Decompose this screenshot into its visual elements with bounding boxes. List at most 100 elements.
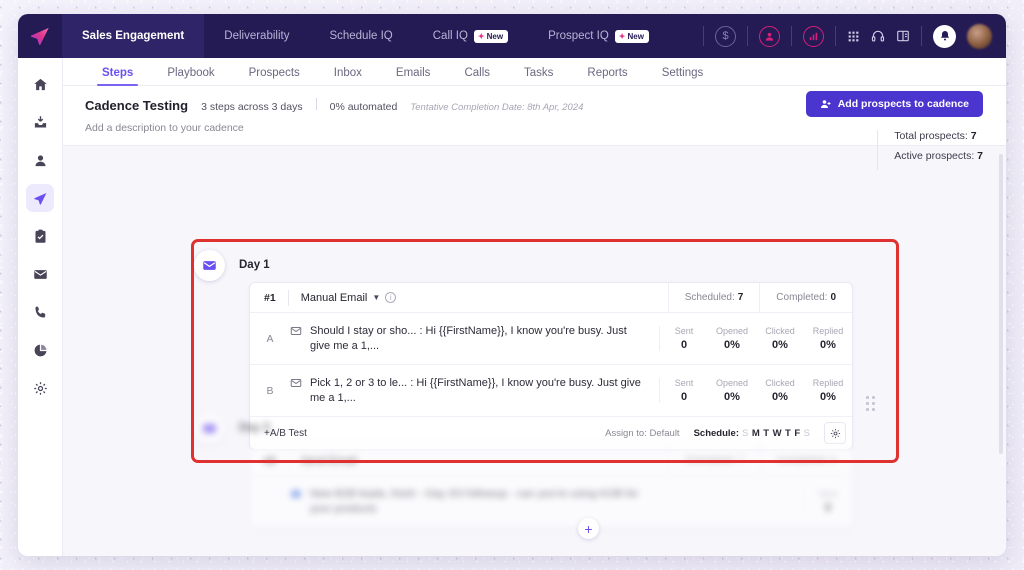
nav-label: Prospect IQ: [548, 30, 609, 42]
sidebar-item-reports[interactable]: [26, 336, 54, 364]
dialpad-icon[interactable]: [847, 30, 860, 43]
notification-bell-icon[interactable]: [933, 24, 956, 48]
primary-nav-items: Sales Engagement Deliverability Schedule…: [62, 14, 669, 58]
completed-stat: Completed: 0: [759, 446, 852, 475]
metric-clicked: Clicked 0%: [756, 378, 804, 403]
divider: [791, 26, 792, 46]
metric-sent: Sent 0: [660, 378, 708, 403]
nav-item-call-iq[interactable]: Call IQ ✦ New: [413, 14, 528, 58]
day-header: Day 1: [194, 248, 893, 282]
new-badge: ✦ New: [473, 29, 509, 43]
nav-label: Deliverability: [224, 30, 290, 42]
tab-playbook[interactable]: Playbook: [150, 67, 231, 85]
step-type-label: Manual Email: [300, 291, 368, 304]
variant-row: New B2B leads, fresh - Day 3/3 followup …: [250, 476, 852, 528]
app-logo[interactable]: [18, 14, 62, 58]
add-user-icon: [820, 100, 831, 108]
book-icon[interactable]: [896, 29, 910, 43]
step-type-label: Send Email: [300, 454, 357, 467]
total-prospects-label: Total prospects:: [894, 130, 968, 142]
variant-metrics: Sent 0: [803, 489, 852, 514]
user-avatar[interactable]: [967, 23, 992, 49]
drag-handle-icon[interactable]: [866, 396, 875, 411]
metric-label: Opened: [715, 378, 749, 388]
nav-label: Call IQ: [432, 30, 468, 42]
metric-value: 0%: [820, 391, 836, 403]
envelope-icon: [203, 260, 216, 270]
step-type-badge: [194, 412, 225, 444]
info-icon[interactable]: i: [385, 292, 397, 303]
cadence-completion-date: Tentative Completion Date: 8th Apr, 2024: [410, 102, 584, 113]
variant-metrics: Sent 0 Opened 0% Clicked 0% Replied 0%: [659, 378, 852, 403]
tab-reports[interactable]: Reports: [570, 67, 644, 85]
metric-sent: Sent 0: [660, 326, 708, 351]
completed-stat: Completed: 0: [759, 283, 852, 312]
sidebar-item-inbox-download[interactable]: [26, 108, 54, 136]
sparkle-icon: ✦: [618, 31, 626, 41]
tab-steps[interactable]: Steps: [85, 67, 150, 86]
sidebar-item-cadences[interactable]: [26, 184, 54, 212]
tab-label: Prospects: [248, 67, 300, 79]
cadence-description-input[interactable]: Add a description to your cadence: [85, 122, 984, 134]
envelope-icon: [203, 423, 216, 433]
total-prospects-value: 7: [970, 130, 977, 142]
tab-prospects[interactable]: Prospects: [232, 67, 317, 85]
variant-preview-text[interactable]: Should I stay or sho... : Hi {{FirstName…: [310, 324, 649, 354]
metric-value: 0: [824, 502, 832, 514]
metric-opened: Opened 0%: [708, 378, 756, 403]
sidebar-item-settings[interactable]: [26, 374, 54, 402]
step-header-stats: Scheduled: 7 Completed: 0: [667, 283, 852, 312]
tab-settings[interactable]: Settings: [645, 67, 721, 85]
tab-inbox[interactable]: Inbox: [317, 67, 379, 85]
tab-emails[interactable]: Emails: [379, 67, 448, 85]
sidebar-item-emails[interactable]: [26, 260, 54, 288]
app-window: Sales Engagement Deliverability Schedule…: [18, 14, 1006, 556]
bar-chart-circle-icon[interactable]: [803, 25, 824, 47]
metric-sent: Sent 0: [804, 489, 852, 514]
metric-label: Clicked: [765, 378, 795, 388]
variant-row[interactable]: A Should I stay or sho... : Hi {{FirstNa…: [250, 313, 852, 365]
variant-preview-text[interactable]: Pick 1, 2 or 3 to le... : Hi {{FirstName…: [310, 376, 649, 406]
cadence-step-2-preview: Day 3 #2 Send Email Scheduled: 7 Complet…: [194, 411, 893, 529]
metric-value: 0: [680, 391, 688, 403]
sidebar-item-tasks[interactable]: [26, 222, 54, 250]
sidebar-item-calls[interactable]: [26, 298, 54, 326]
tab-tasks[interactable]: Tasks: [507, 67, 570, 85]
tab-label: Steps: [102, 67, 134, 79]
content-scrollbar[interactable]: [999, 154, 1003, 454]
metric-label: Replied: [812, 326, 844, 336]
tab-calls[interactable]: Calls: [447, 67, 507, 85]
scheduled-stat: Scheduled: 7: [667, 283, 760, 312]
person-circle-icon[interactable]: [759, 25, 780, 47]
nav-label: Sales Engagement: [82, 30, 185, 42]
nav-item-prospect-iq[interactable]: Prospect IQ ✦ New: [528, 14, 669, 58]
nav-item-deliverability[interactable]: Deliverability: [204, 14, 309, 58]
envelope-icon: [290, 488, 302, 503]
metric-value: 0%: [820, 339, 836, 351]
step-card: #2 Send Email Scheduled: 7 Completed: 0: [249, 445, 853, 529]
completed-label: Completed:: [776, 292, 828, 303]
metric-label: Sent: [818, 489, 838, 499]
divider: [703, 26, 704, 46]
tab-label: Tasks: [524, 67, 554, 79]
variant-metrics: Sent 0 Opened 0% Clicked 0% Replied 0%: [659, 326, 852, 351]
nav-item-sales-engagement[interactable]: Sales Engagement: [62, 14, 205, 58]
add-prospects-label: Add prospects to cadence: [837, 98, 969, 110]
sidebar-item-contacts[interactable]: [26, 146, 54, 174]
nav-right-toolbar: $: [703, 14, 1006, 58]
step-type-dropdown[interactable]: Manual Email ▼: [289, 292, 381, 304]
sidebar-item-home[interactable]: [26, 70, 54, 98]
headset-icon[interactable]: [871, 29, 885, 43]
dollar-circle-icon[interactable]: $: [715, 25, 736, 47]
variant-row[interactable]: B Pick 1, 2 or 3 to le... : Hi {{FirstNa…: [250, 365, 852, 417]
scheduled-stat: Scheduled: 7: [668, 446, 759, 475]
nav-item-schedule-iq[interactable]: Schedule IQ: [309, 14, 412, 58]
add-step-button[interactable]: +: [578, 518, 599, 539]
day-label: Day 1: [239, 259, 270, 271]
day-header: Day 3: [194, 411, 893, 445]
metric-label: Sent: [674, 378, 694, 388]
sparkle-icon: ✦: [477, 31, 485, 41]
add-prospects-button[interactable]: Add prospects to cadence: [805, 91, 983, 117]
step-header-stats: Scheduled: 7 Completed: 0: [668, 446, 852, 475]
divider: [835, 26, 836, 46]
